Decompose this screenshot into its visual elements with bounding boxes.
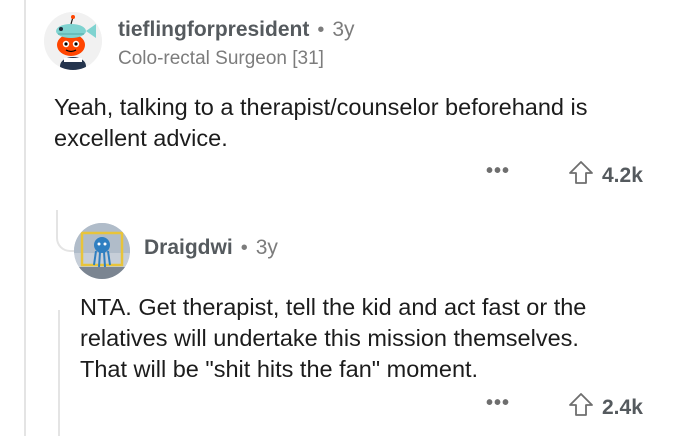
comment-header: tieflingforpresident • 3y xyxy=(118,18,355,42)
username-link[interactable]: Draigdwi xyxy=(144,236,233,260)
comment-text-line: excellent advice. xyxy=(54,125,228,151)
comment-body: Yeah, talking to a therapist/counselor b… xyxy=(54,92,674,154)
upvote-control[interactable]: 2.4k xyxy=(568,392,643,423)
upvote-arrow-icon[interactable] xyxy=(568,392,594,423)
upvote-control[interactable]: 4.2k xyxy=(568,160,643,191)
comment-text-line: That will be "shit hits the fan" moment. xyxy=(80,356,479,382)
comment-body: NTA. Get therapist, tell the kid and act… xyxy=(80,292,680,385)
separator-dot: • xyxy=(317,18,325,41)
comment-text-line: NTA. Get therapist, tell the kid and act… xyxy=(80,294,587,320)
more-options-button[interactable]: ••• xyxy=(486,392,510,415)
comment-header: Draigdwi • 3y xyxy=(144,236,278,260)
thread-line-outer[interactable] xyxy=(24,0,26,436)
more-options-button[interactable]: ••• xyxy=(486,160,510,183)
comment-text-line: Yeah, talking to a therapist/counselor b… xyxy=(54,94,588,120)
upvote-count: 2.4k xyxy=(602,395,643,419)
upvote-arrow-icon[interactable] xyxy=(568,160,594,191)
comment-age: 3y xyxy=(255,236,278,259)
draig-avatar-icon[interactable] xyxy=(74,223,130,279)
upvote-count: 4.2k xyxy=(602,163,643,187)
comment-text-line: relatives will undertake this mission th… xyxy=(80,325,579,351)
comment-age: 3y xyxy=(332,18,355,41)
separator-dot: • xyxy=(240,236,248,259)
user-flair: Colo-rectal Surgeon [31] xyxy=(118,48,324,69)
username-link[interactable]: tieflingforpresident xyxy=(118,18,309,42)
thread-line-inner[interactable] xyxy=(58,310,60,436)
snoo-avatar-icon[interactable] xyxy=(44,12,102,70)
